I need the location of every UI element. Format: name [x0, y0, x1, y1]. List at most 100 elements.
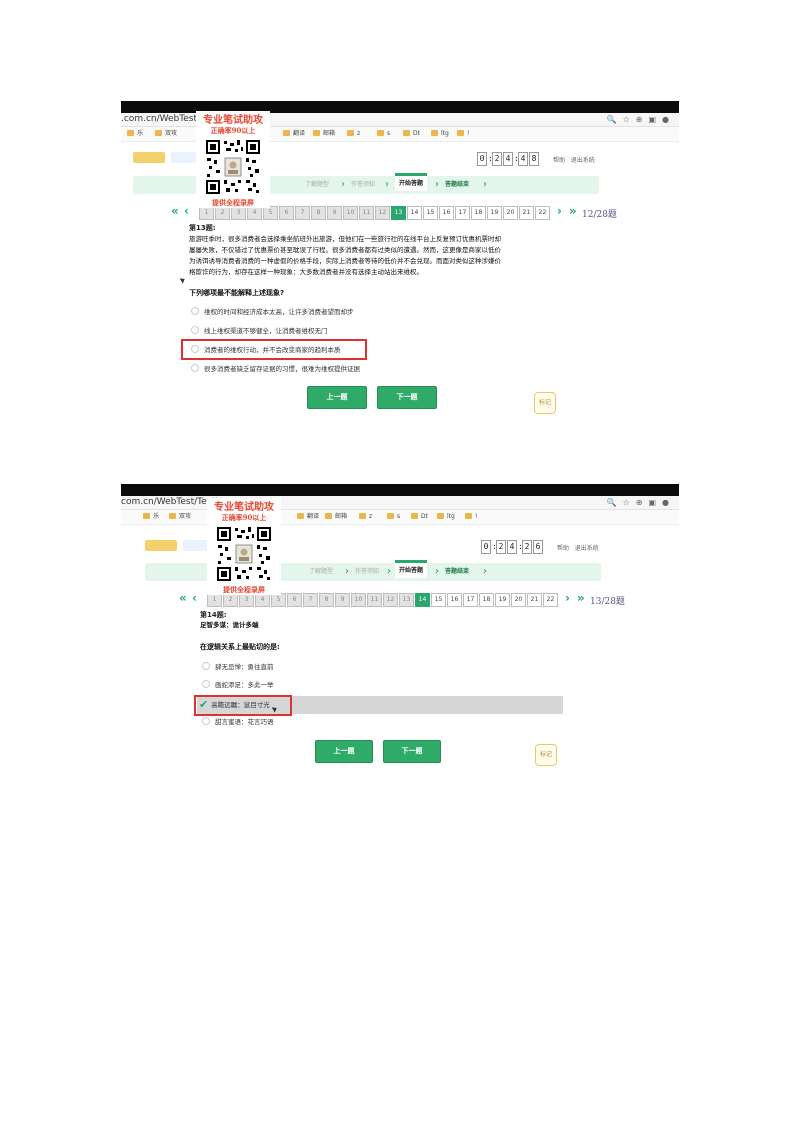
- question-number[interactable]: 4: [255, 593, 270, 607]
- logout-link[interactable]: 退出系统: [571, 157, 595, 164]
- question-number[interactable]: 22: [543, 593, 558, 607]
- logout-link[interactable]: 退出系统: [575, 545, 599, 552]
- first-page-icon[interactable]: «: [179, 591, 187, 605]
- question-number[interactable]: 5: [263, 206, 278, 220]
- bookmark-item[interactable]: ltg: [431, 127, 449, 141]
- bookmark-item[interactable]: s: [387, 510, 400, 524]
- address-bar[interactable]: com.cn/WebTest/TestIn 🔍☆⊕▣●: [121, 496, 679, 510]
- question-number[interactable]: 12: [383, 593, 398, 607]
- answer-option[interactable]: 画蛇添足：多此一举: [202, 679, 274, 691]
- qr-code-icon: [215, 525, 273, 583]
- prev-page-icon[interactable]: ‹: [184, 204, 189, 218]
- question-number[interactable]: 6: [279, 206, 294, 220]
- answer-option[interactable]: 肆无忌惮：勇往直前: [202, 661, 274, 673]
- help-link[interactable]: 帮助: [553, 157, 565, 164]
- mark-button[interactable]: 标记: [534, 392, 556, 414]
- step-arrow-icon: ›: [435, 566, 439, 577]
- bookmark-item[interactable]: s: [377, 127, 390, 141]
- answer-option[interactable]: 甜言蜜语：花言巧语: [202, 716, 274, 728]
- question-number-current[interactable]: 13: [391, 206, 406, 220]
- question-number[interactable]: 19: [487, 206, 502, 220]
- next-question-button[interactable]: 下一题: [377, 386, 437, 409]
- question-number[interactable]: 3: [231, 206, 246, 220]
- question-number[interactable]: 2: [223, 593, 238, 607]
- question-number[interactable]: 5: [271, 593, 286, 607]
- prev-question-button[interactable]: 上一题: [307, 386, 367, 409]
- question-number[interactable]: 19: [495, 593, 510, 607]
- question-number[interactable]: 6: [287, 593, 302, 607]
- bookmark-item[interactable]: 双攻: [169, 510, 191, 524]
- question-number[interactable]: 8: [319, 593, 334, 607]
- bookmark-item[interactable]: z: [347, 127, 360, 141]
- bookmark-item[interactable]: 翻译: [283, 127, 305, 141]
- bookmark-item[interactable]: 乐: [143, 510, 159, 524]
- bookmark-item[interactable]: !: [457, 127, 469, 141]
- folder-icon: [143, 513, 150, 519]
- bookmark-item[interactable]: ltg: [437, 510, 455, 524]
- step-arrow-icon: ›: [483, 566, 487, 577]
- question-number[interactable]: 21: [527, 593, 542, 607]
- question-line: 足智多谋：诡计多端: [200, 621, 259, 629]
- question-number[interactable]: 7: [303, 593, 318, 607]
- question-number[interactable]: 20: [503, 206, 518, 220]
- mark-button[interactable]: 标记: [535, 744, 557, 766]
- answer-option[interactable]: 线上维权渠道不够健全，让消费者维权无门: [191, 325, 328, 337]
- question-number[interactable]: 9: [327, 206, 342, 220]
- question-number[interactable]: 12: [375, 206, 390, 220]
- question-number[interactable]: 11: [367, 593, 382, 607]
- toolbar-icons[interactable]: 🔍☆⊕▣●: [607, 113, 675, 126]
- bookmark-item[interactable]: 乐: [127, 127, 143, 141]
- question-number[interactable]: 3: [239, 593, 254, 607]
- question-number[interactable]: 17: [455, 206, 470, 220]
- timer-digit: 0: [477, 152, 487, 166]
- question-number[interactable]: 10: [351, 593, 366, 607]
- question-number[interactable]: 15: [423, 206, 438, 220]
- question-number[interactable]: 14: [407, 206, 422, 220]
- question-number[interactable]: 8: [311, 206, 326, 220]
- question-number[interactable]: 17: [463, 593, 478, 607]
- next-question-button[interactable]: 下一题: [383, 740, 441, 763]
- question-number[interactable]: 9: [335, 593, 350, 607]
- question-number[interactable]: 20: [511, 593, 526, 607]
- bookmark-item[interactable]: Dt: [411, 510, 428, 524]
- bookmark-item[interactable]: Dt: [403, 127, 420, 141]
- next-page-icon[interactable]: ›: [565, 591, 570, 605]
- question-number[interactable]: 11: [359, 206, 374, 220]
- bookmark-item[interactable]: 翻译: [297, 510, 319, 524]
- question-number-current[interactable]: 14: [415, 593, 430, 607]
- last-page-icon[interactable]: »: [577, 591, 585, 605]
- bookmark-item[interactable]: 邮箱: [313, 127, 335, 141]
- bookmark-item[interactable]: z: [359, 510, 372, 524]
- question-number[interactable]: 15: [431, 593, 446, 607]
- question-number[interactable]: 21: [519, 206, 534, 220]
- question-number[interactable]: 1: [207, 593, 222, 607]
- help-link[interactable]: 帮助: [557, 545, 569, 552]
- question-number[interactable]: 22: [535, 206, 550, 220]
- next-page-icon[interactable]: ›: [557, 204, 562, 218]
- question-number[interactable]: 2: [215, 206, 230, 220]
- toolbar-icons[interactable]: 🔍☆⊕▣●: [607, 496, 675, 509]
- question-number[interactable]: 4: [247, 206, 262, 220]
- prev-question-button[interactable]: 上一题: [315, 740, 373, 763]
- question-number[interactable]: 16: [447, 593, 462, 607]
- answer-option[interactable]: 维权的时间和经济成本太高，让许多消费者望而却步: [191, 306, 354, 318]
- question-number[interactable]: 1: [199, 206, 214, 220]
- bookmark-item[interactable]: !: [465, 510, 477, 524]
- bookmark-item[interactable]: 邮箱: [325, 510, 347, 524]
- last-page-icon[interactable]: »: [569, 204, 577, 218]
- folder-icon: [403, 130, 410, 136]
- bookmark-item[interactable]: 双攻: [155, 127, 177, 141]
- question-number[interactable]: 18: [471, 206, 486, 220]
- first-page-icon[interactable]: «: [171, 204, 179, 218]
- question-number[interactable]: 13: [399, 593, 414, 607]
- answer-option[interactable]: 很多消费者缺乏留存证据的习惯，很难为维权提供证据: [191, 363, 360, 375]
- highlight-box: [194, 695, 292, 716]
- screenshot-2: com.cn/WebTest/TestIn 🔍☆⊕▣● 乐 双攻 翻译 邮箱 z…: [121, 484, 679, 780]
- question-number[interactable]: 18: [479, 593, 494, 607]
- bookmarks-bar: 乐 双攻 翻译 邮箱 z s Dt ltg !: [121, 510, 679, 525]
- question-number[interactable]: 7: [295, 206, 310, 220]
- step-arrow-icon: ›: [387, 566, 391, 577]
- prev-page-icon[interactable]: ‹: [192, 591, 197, 605]
- question-number[interactable]: 16: [439, 206, 454, 220]
- question-number[interactable]: 10: [343, 206, 358, 220]
